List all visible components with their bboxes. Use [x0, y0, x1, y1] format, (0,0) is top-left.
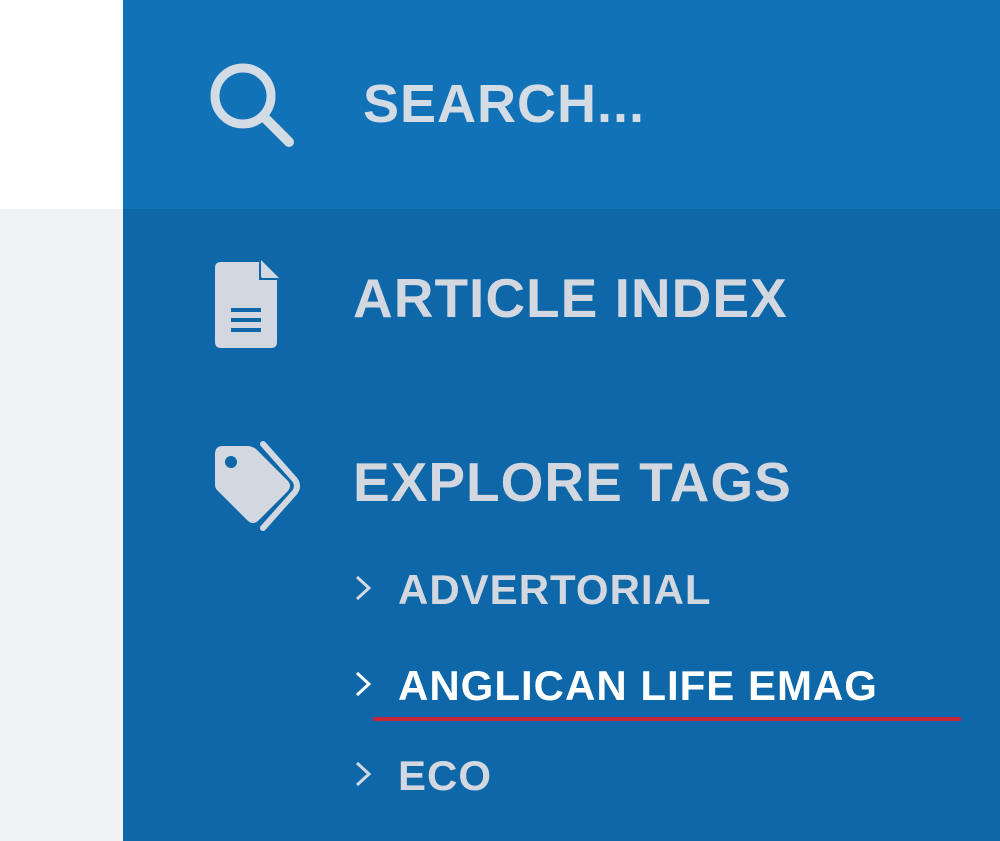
side-menu-panel: ARTICLE INDEX EXPLORE TAGS ADVERTORIAL	[123, 0, 1000, 841]
tag-label: ANGLICAN LIFE EMAG	[398, 662, 878, 709]
search-icon[interactable]	[203, 56, 299, 152]
tag-item-anglican-life-emag[interactable]: ANGLICAN LIFE EMAG	[353, 656, 973, 716]
chevron-right-icon	[355, 761, 372, 787]
chevron-right-icon	[355, 575, 372, 601]
header-blank-area	[0, 0, 123, 209]
tags-icon	[215, 441, 300, 531]
content-background	[0, 209, 123, 841]
tag-item-eco[interactable]: ECO	[353, 746, 973, 806]
chevron-right-icon	[355, 671, 372, 697]
search-bar	[123, 0, 1000, 209]
menu-item-label: ARTICLE INDEX	[353, 267, 788, 329]
tag-label: ECO	[398, 752, 493, 799]
tag-item-advertorial[interactable]: ADVERTORIAL	[353, 560, 973, 620]
tag-label: ADVERTORIAL	[398, 566, 712, 613]
menu-item-explore-tags[interactable]: EXPLORE TAGS	[123, 432, 1000, 532]
search-input[interactable]	[363, 62, 963, 146]
menu-item-article-index[interactable]: ARTICLE INDEX	[123, 248, 1000, 348]
active-tag-underline	[373, 717, 961, 721]
page: ARTICLE INDEX EXPLORE TAGS ADVERTORIAL	[0, 0, 1000, 841]
menu-item-label: EXPLORE TAGS	[353, 451, 792, 513]
document-icon	[215, 260, 279, 348]
